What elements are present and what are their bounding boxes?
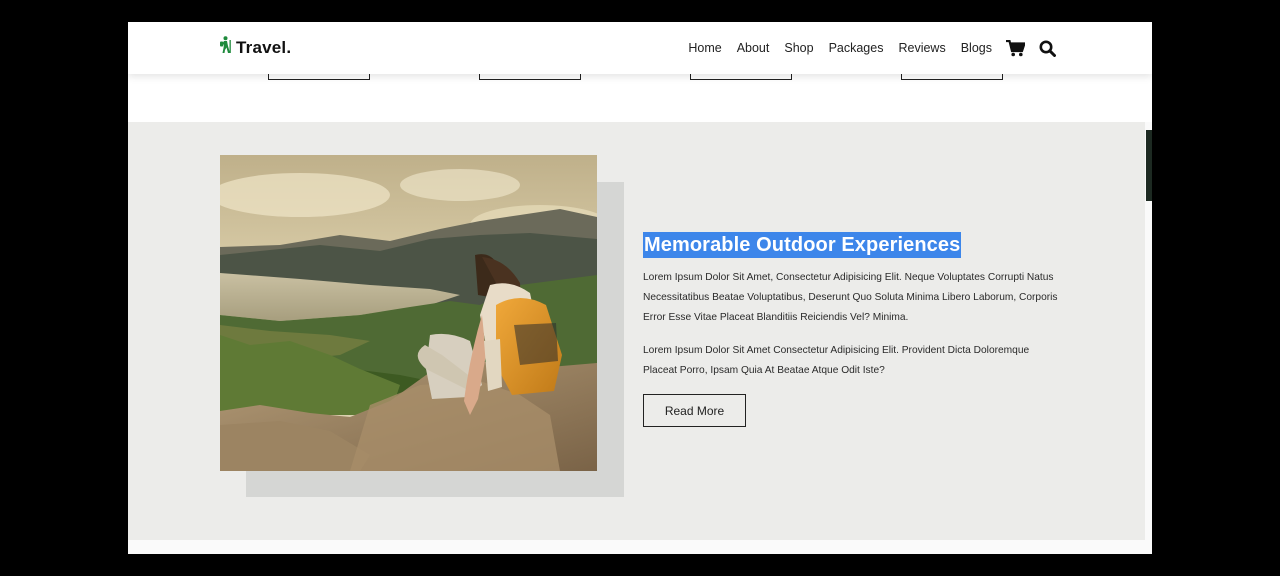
section-divider xyxy=(128,540,1145,554)
hiker-icon xyxy=(219,36,233,59)
feature-content: Memorable Outdoor Experiences Lorem Ipsu… xyxy=(643,232,1063,427)
nav-reviews[interactable]: Reviews xyxy=(898,41,945,55)
logo[interactable]: Travel. xyxy=(219,36,291,59)
feature-paragraph-2: Lorem Ipsum Dolor Sit Amet Consectetur A… xyxy=(643,345,1030,376)
feature-title: Memorable Outdoor Experiences xyxy=(643,232,962,258)
browser-viewport: Travel. Home About Shop Packages Reviews… xyxy=(128,22,1152,554)
nav-home[interactable]: Home xyxy=(688,41,721,55)
experience-section: Memorable Outdoor Experiences Lorem Ipsu… xyxy=(128,122,1145,540)
nav-packages[interactable]: Packages xyxy=(829,41,884,55)
search-icon[interactable] xyxy=(1039,40,1056,57)
main-nav: Home About Shop Packages Reviews Blogs xyxy=(688,22,1056,74)
nav-blogs[interactable]: Blogs xyxy=(961,41,992,55)
cart-icon[interactable] xyxy=(1006,39,1025,57)
read-more-button[interactable]: Read More xyxy=(643,394,746,427)
site-header: Travel. Home About Shop Packages Reviews… xyxy=(128,22,1152,74)
page-scrollbar[interactable] xyxy=(1146,130,1152,201)
logo-text: Travel. xyxy=(236,37,292,57)
feature-paragraph-1: Lorem Ipsum Dolor Sit Amet, Consectetur … xyxy=(643,272,1058,323)
feature-image xyxy=(220,155,597,471)
nav-about[interactable]: About xyxy=(737,41,770,55)
nav-shop[interactable]: Shop xyxy=(784,41,813,55)
